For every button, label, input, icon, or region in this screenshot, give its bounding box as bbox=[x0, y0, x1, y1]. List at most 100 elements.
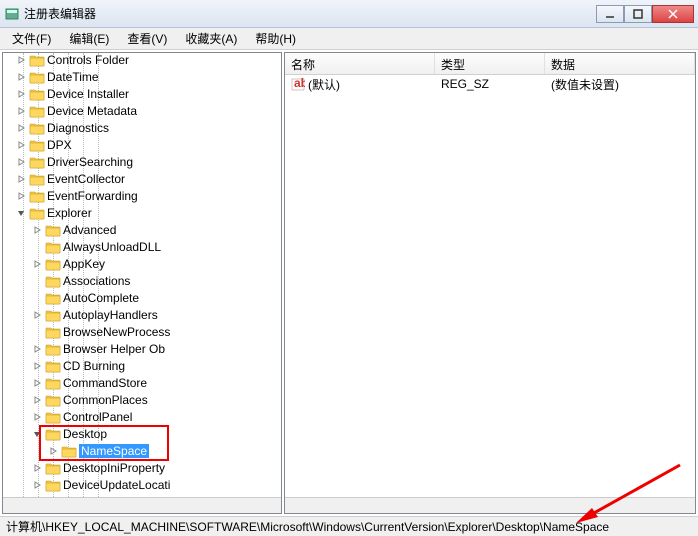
list-row[interactable]: (默认)REG_SZ(数值未设置) bbox=[285, 75, 695, 93]
expand-icon[interactable] bbox=[15, 88, 27, 100]
minimize-button[interactable] bbox=[596, 5, 624, 23]
tree-item[interactable]: Device Installer bbox=[2, 85, 282, 102]
expand-icon[interactable] bbox=[31, 394, 43, 406]
content-area: Controls FolderDateTimeDevice Installer D… bbox=[0, 50, 698, 516]
statusbar: 计算机\HKEY_LOCAL_MACHINE\SOFTWARE\Microsof… bbox=[0, 516, 698, 536]
collapse-icon[interactable] bbox=[31, 428, 43, 440]
maximize-button[interactable] bbox=[624, 5, 652, 23]
tree-item[interactable]: AutoplayHandlers bbox=[2, 306, 282, 323]
expand-icon[interactable] bbox=[31, 411, 43, 423]
tree-item[interactable]: AppKey bbox=[2, 255, 282, 272]
tree-item-label: DPX bbox=[47, 138, 72, 152]
list-scrollbar-horizontal[interactable] bbox=[285, 497, 695, 513]
folder-icon bbox=[29, 138, 45, 152]
cell-type: REG_SZ bbox=[435, 76, 545, 92]
tree-item[interactable]: CommandStore bbox=[2, 374, 282, 391]
tree-item[interactable]: AlwaysUnloadDLL bbox=[2, 238, 282, 255]
tree-item-label: AutoComplete bbox=[63, 291, 139, 305]
tree-item[interactable]: AutoComplete bbox=[2, 289, 282, 306]
tree-panel[interactable]: Controls FolderDateTimeDevice Installer D… bbox=[2, 52, 282, 514]
tree-item[interactable]: DesktopIniProperty bbox=[2, 459, 282, 476]
expand-icon[interactable] bbox=[31, 343, 43, 355]
folder-icon bbox=[29, 104, 45, 118]
folder-icon bbox=[45, 342, 61, 356]
menu-edit[interactable]: 编辑(E) bbox=[61, 28, 117, 49]
expand-icon[interactable] bbox=[31, 224, 43, 236]
column-data[interactable]: 数据 bbox=[545, 53, 695, 74]
list-header: 名称 类型 数据 bbox=[285, 53, 695, 75]
cell-name-text: (默认) bbox=[308, 76, 340, 93]
expand-icon[interactable] bbox=[31, 258, 43, 270]
status-path: 计算机\HKEY_LOCAL_MACHINE\SOFTWARE\Microsof… bbox=[6, 518, 609, 535]
close-button[interactable] bbox=[652, 5, 694, 23]
tree-scrollbar-horizontal[interactable] bbox=[3, 497, 281, 513]
tree-item[interactable]: Diagnostics bbox=[2, 119, 282, 136]
folder-icon bbox=[45, 325, 61, 339]
tree-item[interactable]: DeviceUpdateLocati bbox=[2, 476, 282, 493]
tree-item[interactable]: DateTime bbox=[2, 68, 282, 85]
menu-file[interactable]: 文件(F) bbox=[4, 28, 59, 49]
tree-item[interactable]: Explorer bbox=[2, 204, 282, 221]
tree-item[interactable]: EventForwarding bbox=[2, 187, 282, 204]
tree-item[interactable]: Browser Helper Ob bbox=[2, 340, 282, 357]
tree-item[interactable]: EventCollector bbox=[2, 170, 282, 187]
expand-icon[interactable] bbox=[31, 479, 43, 491]
folder-icon bbox=[45, 257, 61, 271]
expand-icon[interactable] bbox=[31, 309, 43, 321]
list-body[interactable]: (默认)REG_SZ(数值未设置) bbox=[285, 75, 695, 497]
column-type[interactable]: 类型 bbox=[435, 53, 545, 74]
expand-icon[interactable] bbox=[15, 190, 27, 202]
folder-icon bbox=[45, 393, 61, 407]
expand-icon[interactable] bbox=[15, 173, 27, 185]
tree-item-label: DesktopIniProperty bbox=[63, 461, 165, 475]
expand-icon[interactable] bbox=[15, 54, 27, 66]
menu-view[interactable]: 查看(V) bbox=[119, 28, 175, 49]
list-panel: 名称 类型 数据 (默认)REG_SZ(数值未设置) bbox=[284, 52, 696, 514]
folder-icon bbox=[29, 70, 45, 84]
tree-item-label: Desktop bbox=[63, 427, 107, 441]
folder-icon bbox=[45, 410, 61, 424]
tree-item-label: EventCollector bbox=[47, 172, 125, 186]
folder-icon bbox=[29, 121, 45, 135]
tree-item-label: CommandStore bbox=[63, 376, 147, 390]
expand-icon[interactable] bbox=[31, 462, 43, 474]
expand-icon[interactable] bbox=[31, 377, 43, 389]
expand-icon[interactable] bbox=[15, 156, 27, 168]
tree-item[interactable]: Controls Folder bbox=[2, 52, 282, 68]
column-name[interactable]: 名称 bbox=[285, 53, 435, 74]
tree-item-label: Device Metadata bbox=[47, 104, 137, 118]
expand-icon[interactable] bbox=[15, 105, 27, 117]
tree-item-label: EventForwarding bbox=[47, 189, 138, 203]
tree-item[interactable]: CommonPlaces bbox=[2, 391, 282, 408]
menu-help[interactable]: 帮助(H) bbox=[247, 28, 304, 49]
tree-item[interactable]: Desktop bbox=[2, 425, 282, 442]
tree-item[interactable]: Device Metadata bbox=[2, 102, 282, 119]
folder-icon bbox=[45, 359, 61, 373]
folder-icon bbox=[29, 172, 45, 186]
tree-item[interactable]: DriverSearching bbox=[2, 153, 282, 170]
tree-item[interactable]: CD Burning bbox=[2, 357, 282, 374]
expand-icon[interactable] bbox=[15, 139, 27, 151]
folder-icon bbox=[29, 53, 45, 67]
tree-item-label: Advanced bbox=[63, 223, 116, 237]
tree-item[interactable]: Associations bbox=[2, 272, 282, 289]
folder-icon bbox=[45, 274, 61, 288]
folder-icon bbox=[29, 189, 45, 203]
folder-icon bbox=[45, 308, 61, 322]
expand-icon[interactable] bbox=[31, 360, 43, 372]
tree-item[interactable]: NameSpace bbox=[2, 442, 282, 459]
tree-item-label: DriverSearching bbox=[47, 155, 133, 169]
menu-favorites[interactable]: 收藏夹(A) bbox=[177, 28, 245, 49]
tree-item[interactable]: BrowseNewProcess bbox=[2, 323, 282, 340]
expand-icon[interactable] bbox=[15, 122, 27, 134]
tree-item-label: Associations bbox=[63, 274, 130, 288]
tree-item[interactable]: DPX bbox=[2, 136, 282, 153]
tree-item-label: Diagnostics bbox=[47, 121, 109, 135]
expand-icon[interactable] bbox=[47, 445, 59, 457]
tree-item[interactable]: Advanced bbox=[2, 221, 282, 238]
collapse-icon[interactable] bbox=[15, 207, 27, 219]
tree-item[interactable]: ControlPanel bbox=[2, 408, 282, 425]
tree-item-label: Explorer bbox=[47, 206, 92, 220]
folder-icon bbox=[45, 240, 61, 254]
expand-icon[interactable] bbox=[15, 71, 27, 83]
